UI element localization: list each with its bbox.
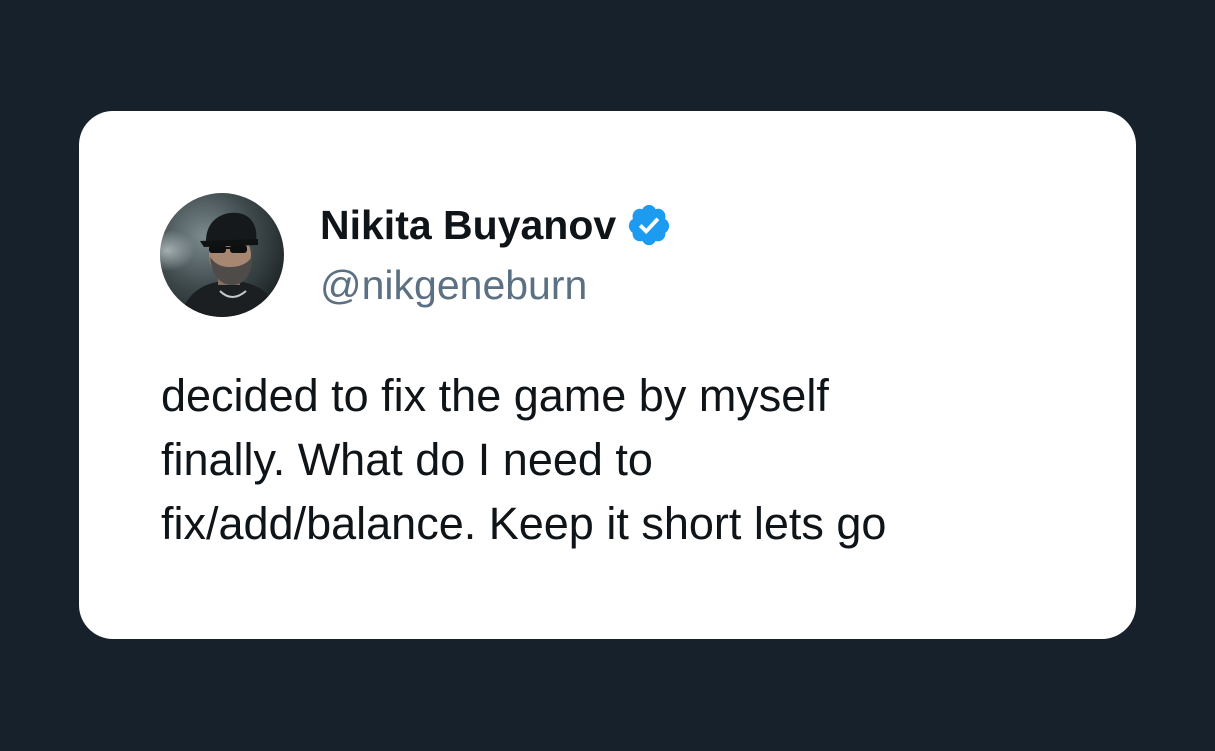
verified-badge-icon — [626, 202, 672, 248]
tweet-text-line: finally. What do I need to — [161, 434, 653, 485]
tweet-text-line: fix/add/balance. Keep it short lets go — [161, 498, 887, 549]
tweet-text-line: decided to fix the game by myself — [161, 370, 829, 421]
tweet-card: Nikita Buyanov @nikgeneburn decided to f… — [79, 111, 1136, 639]
avatar-photo-icon — [160, 193, 284, 317]
user-handle[interactable]: @nikgeneburn — [320, 259, 587, 311]
display-name[interactable]: Nikita Buyanov — [320, 199, 616, 251]
page-background: Nikita Buyanov @nikgeneburn decided to f… — [0, 0, 1215, 751]
avatar[interactable] — [160, 193, 284, 317]
author-name-row: Nikita Buyanov — [320, 199, 672, 251]
tweet-text: decided to fix the game by myself finall… — [161, 364, 1061, 556]
